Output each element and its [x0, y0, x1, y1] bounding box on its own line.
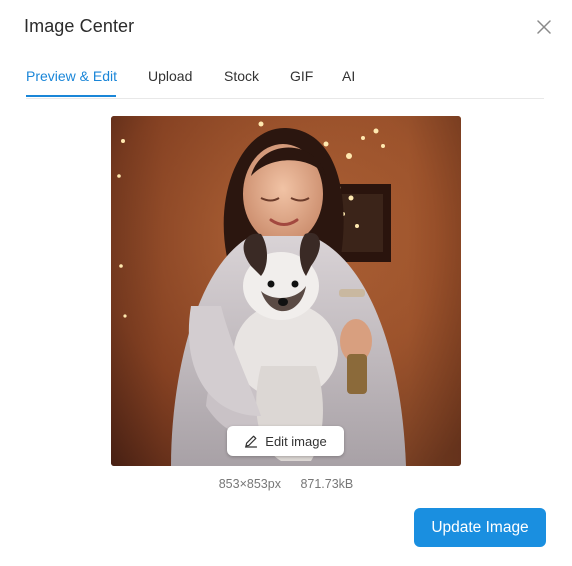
- tab-stock[interactable]: Stock: [224, 68, 259, 96]
- close-icon: [537, 20, 551, 34]
- edit-image-button[interactable]: Edit image: [227, 426, 344, 456]
- active-tab-indicator: [26, 95, 116, 97]
- tab-ai[interactable]: AI: [342, 68, 355, 96]
- preview-image: [111, 116, 461, 466]
- update-image-button[interactable]: Update Image: [414, 508, 546, 547]
- image-dimensions: 853×853px: [218, 477, 281, 491]
- image-center-dialog: Image Center Preview & Edit Upload Stock…: [0, 0, 572, 566]
- tab-upload[interactable]: Upload: [148, 68, 192, 96]
- photo-illustration: [111, 116, 461, 466]
- edit-image-label: Edit image: [265, 433, 327, 449]
- pencil-icon: [245, 435, 258, 448]
- dialog-title: Image Center: [24, 16, 135, 36]
- image-meta: 853×853px 871.73kB: [111, 477, 461, 491]
- image-file-size: 871.73kB: [300, 477, 354, 491]
- close-button[interactable]: [534, 17, 554, 37]
- tab-bar: Preview & Edit Upload Stock GIF AI: [26, 60, 544, 99]
- tab-gif[interactable]: GIF: [290, 68, 313, 96]
- tab-preview-edit[interactable]: Preview & Edit: [26, 68, 117, 96]
